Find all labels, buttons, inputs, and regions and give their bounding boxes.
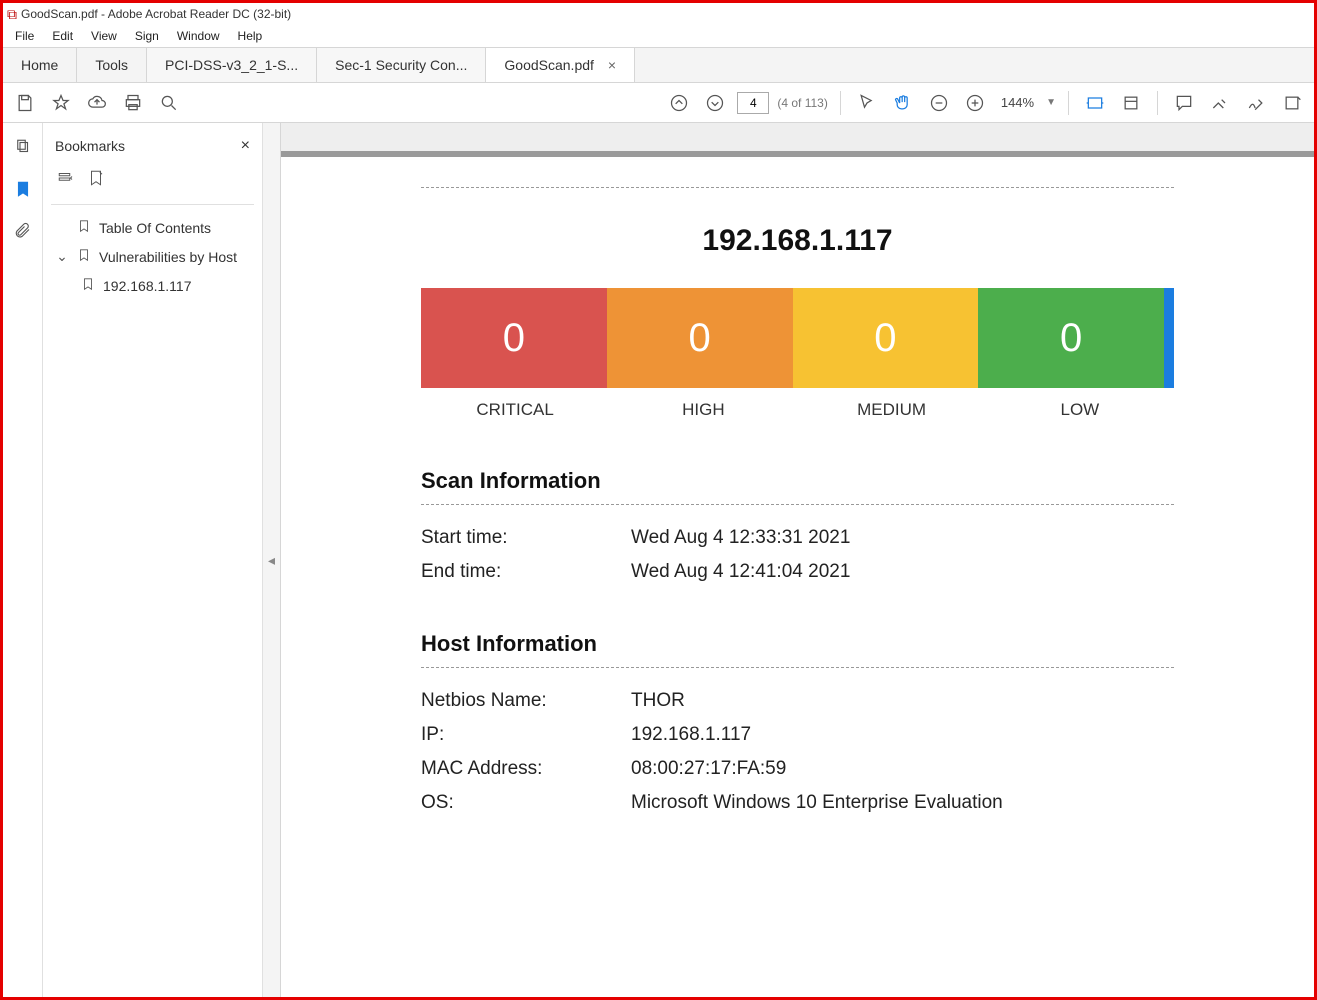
search-icon[interactable]: [155, 89, 183, 117]
menu-help[interactable]: Help: [230, 27, 271, 45]
scan-end-label: End time:: [421, 561, 631, 583]
sidebar-title: Bookmarks: [55, 138, 125, 154]
app-icon: ⧉: [7, 6, 17, 23]
sidebar-collapse-gutter[interactable]: ◂: [263, 123, 281, 997]
severity-labels: CRITICAL HIGH MEDIUM LOW: [421, 400, 1174, 420]
sign-icon[interactable]: [1242, 89, 1270, 117]
scan-start-label: Start time:: [421, 527, 631, 549]
page-up-icon[interactable]: [665, 89, 693, 117]
toolbar: (4 of 113) 144% ▼: [3, 83, 1314, 123]
collapse-arrow-icon[interactable]: ◂: [268, 552, 275, 569]
cloud-upload-icon[interactable]: [83, 89, 111, 117]
selection-tool-icon[interactable]: [853, 89, 881, 117]
zoom-dropdown-icon[interactable]: ▼: [1046, 97, 1056, 108]
tab-tools[interactable]: Tools: [77, 48, 147, 82]
window-titlebar: ⧉ GoodScan.pdf - Adobe Acrobat Reader DC…: [3, 3, 1314, 25]
host-title: 192.168.1.117: [421, 224, 1174, 258]
tab-doc-1[interactable]: PCI-DSS-v3_2_1-S...: [147, 48, 317, 82]
mac-value: 08:00:27:17:FA:59: [631, 758, 786, 780]
bookmark-label: 192.168.1.117: [103, 278, 192, 294]
pdf-page: 192.168.1.117 0 0 0 0 CRITICAL HIGH MEDI…: [281, 157, 1314, 997]
severity-medium-count: 0: [793, 288, 979, 388]
bookmark-item-toc[interactable]: Table Of Contents: [51, 213, 254, 242]
bookmark-item-host[interactable]: 192.168.1.117: [51, 271, 254, 300]
scan-end-value: Wed Aug 4 12:41:04 2021: [631, 561, 850, 583]
page-down-icon[interactable]: [701, 89, 729, 117]
attachments-icon[interactable]: [11, 219, 35, 243]
tab-close-icon[interactable]: ×: [608, 57, 616, 73]
document-tabs: Home Tools PCI-DSS-v3_2_1-S... Sec-1 Sec…: [3, 47, 1314, 83]
zoom-out-icon[interactable]: [925, 89, 953, 117]
window-title: GoodScan.pdf - Adobe Acrobat Reader DC (…: [21, 7, 291, 21]
scan-start-value: Wed Aug 4 12:33:31 2021: [631, 527, 850, 549]
severity-medium-label: MEDIUM: [798, 400, 986, 420]
tab-doc-3[interactable]: GoodScan.pdf×: [486, 48, 635, 82]
new-bookmark-icon[interactable]: [87, 169, 105, 192]
bookmark-item-vulns[interactable]: ⌄ Vulnerabilities by Host: [51, 242, 254, 271]
bookmark-options-icon[interactable]: [57, 169, 75, 192]
navigation-rail: [3, 123, 43, 997]
menu-file[interactable]: File: [7, 27, 42, 45]
bookmark-label: Vulnerabilities by Host: [99, 249, 237, 265]
menu-sign[interactable]: Sign: [127, 27, 167, 45]
star-icon[interactable]: [47, 89, 75, 117]
scan-info-heading: Scan Information: [421, 468, 1174, 505]
bookmarks-icon[interactable]: [11, 177, 35, 201]
bookmark-icon: [77, 219, 91, 236]
chevron-down-icon[interactable]: ⌄: [55, 248, 69, 265]
severity-high-count: 0: [607, 288, 793, 388]
netbios-label: Netbios Name:: [421, 690, 631, 712]
document-area[interactable]: ◂ 192.168.1.117 0 0 0 0 CRITICAL HIGH ME…: [263, 123, 1314, 997]
page-number-input[interactable]: [737, 92, 769, 114]
bookmark-icon: [77, 248, 91, 265]
fit-width-icon[interactable]: [1081, 89, 1109, 117]
sidebar-close-icon[interactable]: ×: [241, 137, 250, 155]
zoom-in-icon[interactable]: [961, 89, 989, 117]
thumbnails-icon[interactable]: [11, 135, 35, 159]
bookmark-label: Table Of Contents: [99, 220, 211, 236]
bookmark-icon: [81, 277, 95, 294]
severity-high-label: HIGH: [609, 400, 797, 420]
netbios-value: THOR: [631, 690, 685, 712]
severity-summary: 0 0 0 0: [421, 288, 1174, 388]
comment-icon[interactable]: [1170, 89, 1198, 117]
menu-edit[interactable]: Edit: [44, 27, 81, 45]
os-value: Microsoft Windows 10 Enterprise Evaluati…: [631, 792, 1003, 814]
tab-doc-2[interactable]: Sec-1 Security Con...: [317, 48, 486, 82]
severity-low-count: 0: [978, 288, 1164, 388]
highlight-icon[interactable]: [1206, 89, 1234, 117]
severity-info-bar: [1164, 288, 1174, 388]
severity-critical-count: 0: [421, 288, 607, 388]
page-count-label: (4 of 113): [777, 96, 827, 110]
os-label: OS:: [421, 792, 631, 814]
tab-home[interactable]: Home: [3, 48, 77, 82]
more-tools-icon[interactable]: [1278, 89, 1306, 117]
print-icon[interactable]: [119, 89, 147, 117]
hand-tool-icon[interactable]: [889, 89, 917, 117]
ip-label: IP:: [421, 724, 631, 746]
page-display-icon[interactable]: [1117, 89, 1145, 117]
ip-value: 192.168.1.117: [631, 724, 751, 746]
menu-bar: File Edit View Sign Window Help: [3, 25, 1314, 47]
severity-critical-label: CRITICAL: [421, 400, 609, 420]
menu-window[interactable]: Window: [169, 27, 228, 45]
bookmarks-panel: Bookmarks × Table Of Contents ⌄ Vulnerab…: [43, 123, 263, 997]
mac-label: MAC Address:: [421, 758, 631, 780]
menu-view[interactable]: View: [83, 27, 125, 45]
zoom-level[interactable]: 144%: [1001, 95, 1034, 110]
severity-low-label: LOW: [986, 400, 1174, 420]
save-icon[interactable]: [11, 89, 39, 117]
host-info-heading: Host Information: [421, 631, 1174, 668]
